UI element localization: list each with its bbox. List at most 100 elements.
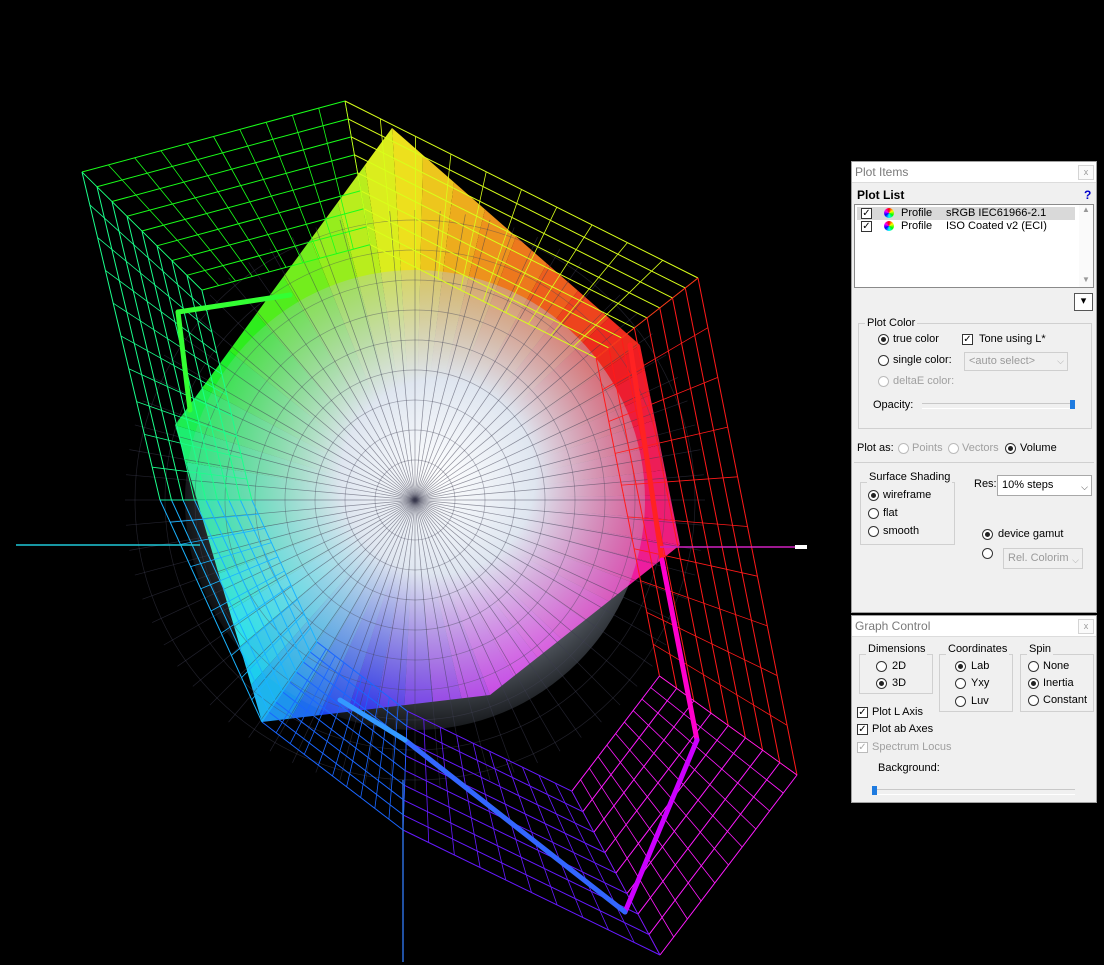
tone-using-l-checkbox[interactable]: ✓ (962, 334, 973, 345)
wire-rib (440, 727, 454, 855)
wire-rib (90, 205, 207, 311)
wire-rib (642, 699, 770, 811)
plot-as-vectors-radio[interactable] (948, 443, 959, 454)
gamut-plot-svg (0, 0, 848, 962)
rendering-intent-radio[interactable] (982, 548, 993, 559)
plot-list-row-srgb[interactable]: ✓ Profile sRGB IEC61966-2.1 (857, 207, 1075, 220)
coordinates-luv-radio[interactable] (955, 696, 966, 707)
spin-constant-label: Constant (1043, 694, 1087, 706)
wire-rib (555, 783, 634, 942)
single-color-radio[interactable] (878, 355, 889, 366)
axis-end-marker (795, 545, 807, 549)
plot-as-points-radio[interactable] (898, 443, 909, 454)
graph-control-title: Graph Control (855, 619, 930, 633)
plot-items-titlebar: Plot Items x (852, 162, 1096, 183)
background-slider-thumb[interactable] (872, 786, 877, 795)
color-wheel-icon (884, 208, 894, 218)
coordinates-yxy-radio[interactable] (955, 678, 966, 689)
background-slider[interactable] (872, 789, 1075, 795)
wire-rib (82, 172, 202, 290)
device-gamut-radio[interactable] (982, 529, 993, 540)
spectrum-locus-label: Spectrum Locus (872, 741, 951, 753)
close-icon[interactable]: x (1078, 619, 1094, 634)
spin-constant-radio[interactable] (1028, 695, 1039, 706)
scroll-down-icon[interactable]: ▼ (1082, 275, 1090, 284)
rendering-intent-dropdown[interactable]: Rel. Colorim ⌵ (1003, 548, 1083, 569)
wire-rib (581, 780, 674, 937)
coordinates-lab-label: Lab (971, 660, 989, 672)
plot-item-name: sRGB IEC61966-2.1 (946, 207, 1046, 219)
coordinates-yxy-label: Yxy (971, 677, 989, 689)
coordinates-lab-radio[interactable] (955, 661, 966, 672)
spin-inertia-label: Inertia (1043, 677, 1074, 689)
graph-control-panel: Graph Control x Dimensions 2D 3D Coordin… (851, 615, 1097, 803)
spin-none-radio[interactable] (1028, 661, 1039, 672)
deltae-color-label: deltaE color: (893, 375, 954, 387)
plot-color-group-label: Plot Color (865, 317, 917, 329)
wireframe-label: wireframe (883, 489, 931, 501)
dimensions-2d-radio[interactable] (876, 661, 887, 672)
true-color-label: true color (893, 333, 939, 345)
dimensions-3d-radio[interactable] (876, 678, 887, 689)
opacity-slider-thumb[interactable] (1070, 400, 1075, 409)
color-wheel-icon (884, 221, 894, 231)
true-color-radio[interactable] (878, 334, 889, 345)
spin-group-label: Spin (1027, 643, 1053, 655)
divider (854, 462, 1094, 463)
plot-as-vectors-label: Vectors (962, 442, 999, 454)
res-label: Res: (974, 478, 997, 490)
deltae-color-radio[interactable] (878, 376, 889, 387)
plot-l-axis-checkbox[interactable]: ✓ (857, 707, 868, 718)
plot-item-checkbox[interactable]: ✓ (861, 221, 872, 232)
spectrum-locus-checkbox[interactable]: ✓ (857, 742, 868, 753)
opacity-label: Opacity: (873, 399, 913, 411)
graph-control-titlebar: Graph Control x (852, 616, 1096, 637)
plot-list-scrollbar[interactable]: ▲ ▼ (1079, 205, 1093, 287)
scroll-up-icon[interactable]: ▲ (1082, 205, 1090, 214)
plot-item-name: ISO Coated v2 (ECI) (946, 220, 1047, 232)
wire-rib (108, 165, 218, 286)
plot-l-axis-label: Plot L Axis (872, 706, 923, 718)
wire-rib (240, 129, 303, 262)
plot-as-volume-label: Volume (1020, 442, 1057, 454)
smooth-radio[interactable] (868, 526, 879, 537)
auto-select-dropdown[interactable]: <auto select> ⌵ (964, 352, 1068, 371)
plot-as-volume-radio[interactable] (1005, 443, 1016, 454)
single-color-label: single color: (893, 354, 952, 366)
gamut-boundary-line (662, 560, 697, 740)
coordinates-luv-label: Luv (971, 695, 989, 707)
chevron-down-icon: ⌵ (1057, 353, 1064, 370)
plot-list-row-iso-coated[interactable]: ✓ Profile ISO Coated v2 (ECI) (857, 220, 1075, 233)
auto-select-value: <auto select> (969, 355, 1035, 367)
plot-item-type: Profile (901, 207, 932, 219)
dimensions-group-label: Dimensions (866, 643, 927, 655)
wireframe-radio[interactable] (868, 490, 879, 501)
wire-rib (121, 336, 227, 395)
close-icon[interactable]: x (1078, 165, 1094, 180)
wire-rib (598, 757, 701, 901)
wire-rib (647, 612, 777, 675)
help-icon[interactable]: ? (1084, 188, 1091, 202)
flat-radio[interactable] (868, 508, 879, 519)
dimensions-2d-label: 2D (892, 660, 906, 672)
plot-as-points-label: Points (912, 442, 943, 454)
plot-items-title: Plot Items (855, 165, 908, 179)
rendering-intent-value: Rel. Colorim (1008, 552, 1069, 564)
gamut-3d-viewport[interactable] (0, 0, 848, 962)
list-menu-button[interactable]: ▾ (1074, 293, 1093, 311)
spin-none-label: None (1043, 660, 1069, 672)
wire-rib (651, 688, 784, 793)
res-dropdown[interactable]: 10% steps ⌵ (997, 475, 1092, 496)
plot-list-box[interactable]: ✓ Profile sRGB IEC61966-2.1 ✓ Profile IS… (854, 204, 1094, 288)
wire-rib (457, 735, 480, 867)
wire-rib (596, 278, 698, 358)
plot-ab-axes-checkbox[interactable]: ✓ (857, 724, 868, 735)
opacity-slider[interactable] (922, 403, 1075, 409)
plot-item-checkbox[interactable]: ✓ (861, 208, 872, 219)
wire-rib (624, 722, 742, 847)
coordinates-group-label: Coordinates (946, 643, 1009, 655)
wire-rib (292, 115, 336, 254)
surface-shading-group-label: Surface Shading (867, 471, 952, 483)
spin-inertia-radio[interactable] (1028, 678, 1039, 689)
background-label: Background: (878, 762, 940, 774)
